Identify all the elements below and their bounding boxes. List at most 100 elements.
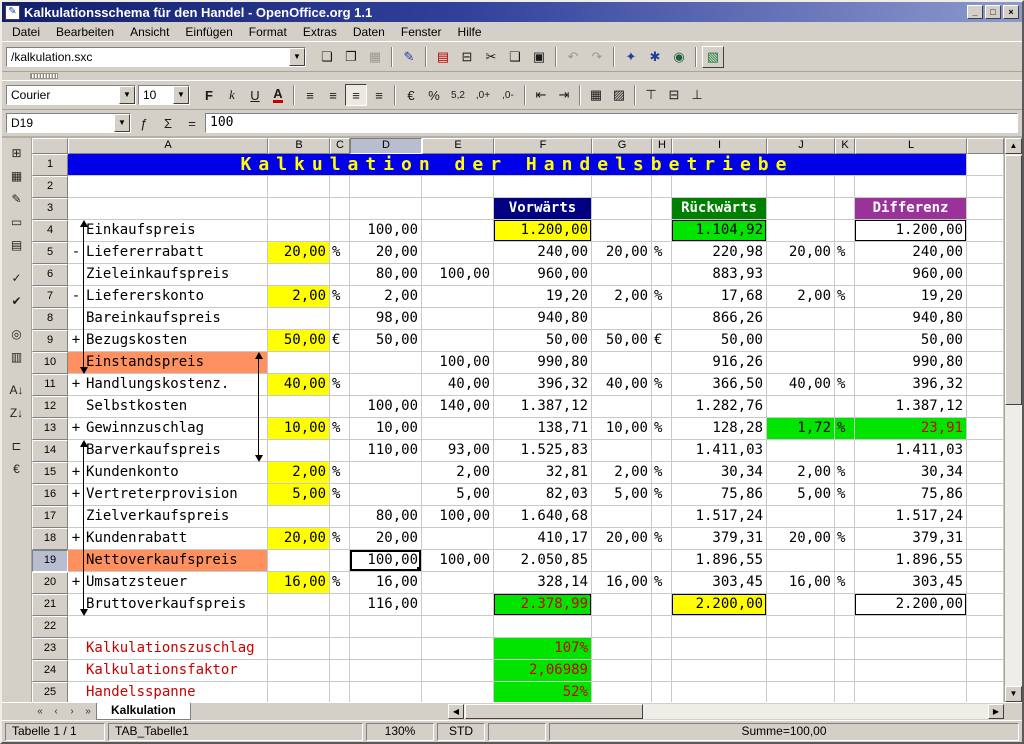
cell-j21[interactable] xyxy=(767,594,835,616)
row-header-20[interactable]: 20 xyxy=(32,572,68,594)
cell-k22[interactable] xyxy=(835,616,855,638)
row-header-14[interactable]: 14 xyxy=(32,440,68,462)
cell-i25[interactable] xyxy=(672,682,767,702)
cell-e23[interactable] xyxy=(422,638,494,660)
cell-e12[interactable]: 140,00 xyxy=(422,396,494,418)
cell-e19[interactable]: 100,00 xyxy=(422,550,494,572)
cell-c20[interactable]: % xyxy=(330,572,350,594)
cell-h17[interactable] xyxy=(652,506,672,528)
cell-f15[interactable]: 32,81 xyxy=(494,462,592,484)
cell-c24[interactable] xyxy=(330,660,350,682)
cell-g13[interactable]: 10,00 xyxy=(592,418,652,440)
cell-j5[interactable]: 20,00 xyxy=(767,242,835,264)
cell-j24[interactable] xyxy=(767,660,835,682)
cell-a12[interactable]: Selbstkosten xyxy=(68,396,268,418)
cell-reference-dropdown-icon[interactable]: ▼ xyxy=(114,114,130,132)
first-sheet-button[interactable]: « xyxy=(32,703,48,720)
cell-i8[interactable]: 866,26 xyxy=(672,308,767,330)
cell-i21[interactable]: 2.200,00 xyxy=(672,594,767,616)
vertical-scroll-thumb[interactable] xyxy=(1005,155,1022,405)
scroll-left-icon[interactable]: ◀ xyxy=(448,704,464,719)
url-combobox[interactable]: /kalkulation.sxc ▼ xyxy=(6,47,306,67)
cell-k2[interactable] xyxy=(835,176,855,198)
cell-c25[interactable] xyxy=(330,682,350,702)
cell-h21[interactable] xyxy=(652,594,672,616)
cell-l22[interactable] xyxy=(855,616,967,638)
cell-reference-box[interactable]: D19 ▼ xyxy=(6,113,131,133)
row-header-4[interactable]: 4 xyxy=(32,220,68,242)
cell-g6[interactable] xyxy=(592,264,652,286)
cell-c16[interactable]: % xyxy=(330,484,350,506)
row-header-16[interactable]: 16 xyxy=(32,484,68,506)
cell-c19[interactable] xyxy=(330,550,350,572)
cell-l4[interactable]: 1.200,00 xyxy=(855,220,967,242)
cell-b2[interactable] xyxy=(268,176,330,198)
cell-c12[interactable] xyxy=(330,396,350,418)
cell-c5[interactable]: % xyxy=(330,242,350,264)
row-header-7[interactable]: 7 xyxy=(32,286,68,308)
cell-d14[interactable]: 110,00 xyxy=(350,440,422,462)
menu-ansicht[interactable]: Ansicht xyxy=(122,23,177,41)
cell-l13[interactable]: 23,91 xyxy=(855,418,967,440)
cell-f25[interactable]: 52% xyxy=(494,682,592,702)
autospellcheck-icon[interactable]: ✔ xyxy=(5,290,29,311)
row-header-23[interactable]: 23 xyxy=(32,638,68,660)
cell-h5[interactable]: % xyxy=(652,242,672,264)
cell-c7[interactable]: % xyxy=(330,286,350,308)
cell-e5[interactable] xyxy=(422,242,494,264)
insert-cells-icon[interactable]: ▦ xyxy=(5,165,29,186)
cell-e7[interactable] xyxy=(422,286,494,308)
align-bottom-button[interactable]: ⊥ xyxy=(686,84,708,106)
cell-a4[interactable]: Einkaufspreis xyxy=(68,220,268,242)
increase-indent-button[interactable]: ⇥ xyxy=(553,84,575,106)
row-header-15[interactable]: 15 xyxy=(32,462,68,484)
cell-f11[interactable]: 396,32 xyxy=(494,374,592,396)
cell-b16[interactable]: 5,00 xyxy=(268,484,330,506)
row-header-10[interactable]: 10 xyxy=(32,352,68,374)
cell-f13[interactable]: 138,71 xyxy=(494,418,592,440)
cell-h3[interactable] xyxy=(652,198,672,220)
title-bar[interactable]: ✎ Kalkulationsschema für den Handel - Op… xyxy=(2,2,1022,22)
row-header-5[interactable]: 5 xyxy=(32,242,68,264)
align-center-button[interactable]: ≡ xyxy=(322,84,344,106)
cell-j13[interactable]: 1,72 xyxy=(767,418,835,440)
menu-extras[interactable]: Extras xyxy=(295,23,345,41)
menu-format[interactable]: Format xyxy=(241,23,295,41)
cell-f22[interactable] xyxy=(494,616,592,638)
cell-l12[interactable]: 1.387,12 xyxy=(855,396,967,418)
column-header-e[interactable]: E xyxy=(422,138,494,154)
cell-k17[interactable] xyxy=(835,506,855,528)
cell-e2[interactable] xyxy=(422,176,494,198)
row-header-22[interactable]: 22 xyxy=(32,616,68,638)
minimize-button[interactable]: _ xyxy=(967,5,983,19)
maximize-button[interactable]: □ xyxy=(985,5,1001,19)
cell-b9[interactable]: 50,00 xyxy=(268,330,330,352)
cell-e20[interactable] xyxy=(422,572,494,594)
cell-k18[interactable]: % xyxy=(835,528,855,550)
cell-f3[interactable]: Vorwärts xyxy=(494,198,592,220)
cell-g19[interactable] xyxy=(592,550,652,572)
cell-e4[interactable] xyxy=(422,220,494,242)
cell-a9[interactable]: +Bezugskosten xyxy=(68,330,268,352)
cell-c23[interactable] xyxy=(330,638,350,660)
cell-f12[interactable]: 1.387,12 xyxy=(494,396,592,418)
cell-j3[interactable] xyxy=(767,198,835,220)
cell-d5[interactable]: 20,00 xyxy=(350,242,422,264)
menu-daten[interactable]: Daten xyxy=(345,23,393,41)
print-icon[interactable]: ⊟ xyxy=(456,46,478,68)
cell-d8[interactable]: 98,00 xyxy=(350,308,422,330)
cell-h20[interactable]: % xyxy=(652,572,672,594)
cell-b4[interactable] xyxy=(268,220,330,242)
previous-sheet-button[interactable]: ‹ xyxy=(48,703,64,720)
cell-g12[interactable] xyxy=(592,396,652,418)
cell-d13[interactable]: 10,00 xyxy=(350,418,422,440)
cell-h11[interactable]: % xyxy=(652,374,672,396)
cell-g24[interactable] xyxy=(592,660,652,682)
cell-h15[interactable]: % xyxy=(652,462,672,484)
cell-a11[interactable]: +Handlungskostenz. xyxy=(68,374,268,396)
cell-l6[interactable]: 960,00 xyxy=(855,264,967,286)
cell-g5[interactable]: 20,00 xyxy=(592,242,652,264)
row-header-9[interactable]: 9 xyxy=(32,330,68,352)
cell-l19[interactable]: 1.896,55 xyxy=(855,550,967,572)
status-sum[interactable]: Summe=100,00 xyxy=(549,723,1019,741)
